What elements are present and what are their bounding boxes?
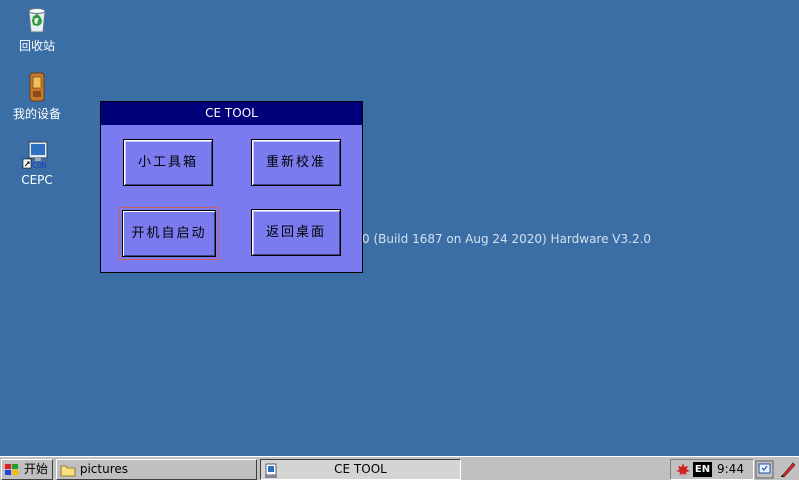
svg-text:CON: CON <box>32 161 47 170</box>
system-tray: EN 9:44 <box>670 459 754 480</box>
start-button[interactable]: 开始 <box>1 459 53 480</box>
return-to-desktop-button[interactable]: 返回桌面 <box>251 209 341 256</box>
taskbar-item-label: pictures <box>79 462 128 476</box>
desktop-icon-my-device[interactable]: 我的设备 <box>2 71 72 122</box>
show-desktop-button[interactable] <box>755 460 774 479</box>
device-icon <box>21 71 53 103</box>
pen-icon <box>781 462 796 478</box>
desktop-icon-recycle-bin[interactable]: 回收站 <box>2 3 72 54</box>
input-method-leaf-icon[interactable] <box>675 462 691 480</box>
desktop-icon-label: 回收站 <box>18 39 55 53</box>
taskbar: 开始 pictures CE TOOL EN 9:44 <box>0 456 799 480</box>
window-title: CE TOOL <box>101 102 362 125</box>
start-label: 开始 <box>23 462 48 476</box>
taskbar-item-ce-tool[interactable]: CE TOOL <box>260 459 461 480</box>
toolbox-button[interactable]: 小工具箱 <box>123 139 213 186</box>
autostart-button[interactable]: 开机自启动 <box>119 207 219 260</box>
recycle-bin-icon <box>21 3 53 35</box>
cepc-shortcut-icon: CON <box>21 139 53 171</box>
language-indicator[interactable]: EN <box>693 462 712 477</box>
recalibrate-button[interactable]: 重新校准 <box>251 139 341 186</box>
stylus-button[interactable] <box>778 460 797 479</box>
ce-tool-window: CE TOOL 小工具箱 重新校准 开机自启动 返回桌面 <box>100 101 363 273</box>
version-info-text: 0 (Build 1687 on Aug 24 2020) Hardware V… <box>362 232 652 246</box>
desktop-icon-cepc[interactable]: CON CEPC <box>2 139 72 187</box>
windows-logo-icon <box>4 462 24 476</box>
folder-icon <box>60 462 80 476</box>
desktop-icon-label: 我的设备 <box>12 107 61 121</box>
autostart-button-label: 开机自启动 <box>122 210 216 257</box>
clock[interactable]: 9:44 <box>717 461 744 478</box>
taskbar-item-pictures[interactable]: pictures <box>56 459 257 480</box>
show-desktop-icon <box>755 460 774 479</box>
taskbar-item-label: CE TOOL <box>334 462 387 476</box>
desktop-icon-label: CEPC <box>21 173 53 187</box>
